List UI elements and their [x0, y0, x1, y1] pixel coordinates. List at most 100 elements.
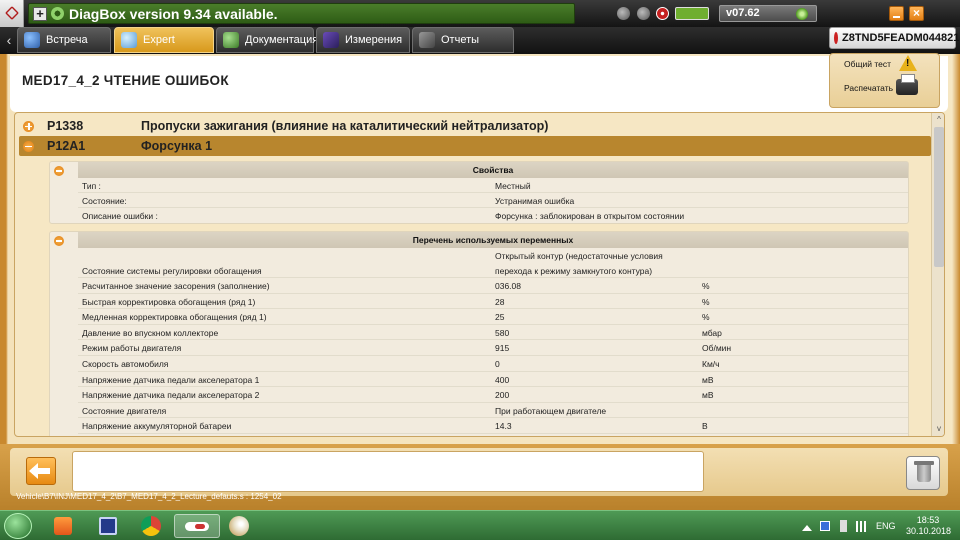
- variable-unit: мВ: [702, 374, 714, 385]
- tab-documentation[interactable]: Документация: [216, 27, 318, 53]
- fault-code: P12A1: [47, 139, 86, 153]
- start-orb-icon[interactable]: [4, 513, 32, 539]
- property-value: Форсунка : заблокирован в открытом состо…: [495, 211, 685, 221]
- tab-label: Отчеты: [441, 34, 480, 46]
- variable-unit: мбар: [702, 327, 722, 338]
- fault-row-selected[interactable]: P12A1 Форсунка 1: [19, 136, 931, 156]
- diagbox-icon[interactable]: [174, 514, 220, 538]
- variable-label: Напряжение датчика педали акселератора 2: [82, 390, 260, 401]
- language-indicator[interactable]: ENG: [876, 521, 896, 531]
- vin-button[interactable]: Z8TND5FEADM044821: [829, 27, 960, 49]
- paint-icon[interactable]: [220, 514, 258, 538]
- collapse-minus-icon[interactable]: [54, 236, 64, 246]
- property-row: Тип : Местный: [78, 178, 908, 193]
- title-bar: + DiagBox version 9.34 available. v07.62…: [0, 0, 960, 27]
- tab-expert[interactable]: Expert: [114, 27, 214, 53]
- back-arrow-button[interactable]: [26, 457, 56, 485]
- variable-label: Состояние двигателя: [82, 405, 167, 416]
- reports-icon: [419, 32, 435, 48]
- tab-measurements[interactable]: Измерения: [316, 27, 410, 53]
- expand-plus-icon[interactable]: [23, 120, 34, 132]
- scroll-thumb[interactable]: [934, 127, 944, 267]
- variable-value: 400: [495, 374, 510, 385]
- windows-taskbar: ENG 18:53 30.10.2018: [0, 510, 960, 540]
- variable-unit: %: [702, 281, 710, 291]
- tab-reports[interactable]: Отчеты: [412, 27, 514, 53]
- variable-value: 25: [495, 312, 505, 323]
- update-message-bar[interactable]: + DiagBox version 9.34 available.: [28, 3, 575, 24]
- variable-value: 14.3: [495, 421, 512, 432]
- warning-icon[interactable]: [899, 55, 917, 71]
- variable-row: Расчитанное значение засорения (заполнен…: [78, 278, 908, 294]
- variable-label: Медленная корректировка обогащения (ряд …: [82, 312, 267, 323]
- variable-label: Давление во впускном коллекторе: [82, 327, 219, 338]
- print-button[interactable]: Распечатать: [844, 83, 893, 93]
- printer-icon[interactable]: [896, 74, 918, 95]
- variable-row: Медленная корректировка обогащения (ряд …: [78, 309, 908, 325]
- trash-button[interactable]: [906, 456, 940, 490]
- variable-row: Режим работы двигателя 915 Об/мин: [78, 340, 908, 356]
- tab-label: Измерения: [345, 34, 403, 46]
- tray-app-icon[interactable]: [820, 521, 830, 531]
- variable-unit: %: [702, 296, 710, 307]
- record-icon[interactable]: [656, 7, 669, 20]
- variable-value: 915: [495, 343, 510, 354]
- properties-section: Свойства Тип : Местный Состояние: Устран…: [49, 161, 909, 224]
- update-gear-icon: [51, 7, 64, 20]
- version-indicator: v07.62: [719, 5, 817, 22]
- variable-row: Состояние системы регулировки обогащения…: [78, 248, 908, 278]
- collapse-minus-icon[interactable]: [23, 140, 34, 152]
- tab-label: Встреча: [46, 34, 88, 46]
- variable-label: Скорость автомобиля: [82, 359, 169, 369]
- plus-box-icon[interactable]: +: [33, 6, 47, 21]
- citroen-logo-icon: [0, 0, 24, 27]
- variable-value: 28: [495, 296, 505, 307]
- property-row: Состояние: Устранимая ошибка: [78, 193, 908, 208]
- fault-description: Пропуски зажигания (влияние на каталитич…: [141, 119, 549, 133]
- property-value: Местный: [495, 181, 531, 191]
- tab-label: Expert: [143, 34, 175, 46]
- variable-unit: В: [702, 421, 708, 432]
- volume-icon[interactable]: [617, 7, 630, 20]
- fault-code: P1338: [47, 119, 84, 133]
- variable-value: 0: [495, 359, 500, 369]
- power-icon: [834, 32, 838, 44]
- variable-value: Открытый контур (недостаточные условия: [495, 251, 663, 261]
- tray-battery-icon[interactable]: [840, 520, 847, 532]
- save-disk-icon[interactable]: [90, 514, 126, 538]
- fault-list-content: P1338 Пропуски зажигания (влияние на кат…: [15, 113, 931, 436]
- tray-network-icon[interactable]: [856, 521, 866, 532]
- property-label: Тип :: [82, 181, 101, 191]
- general-test-button[interactable]: Общий тест: [844, 59, 891, 69]
- variable-label: Напряжение аккумуляторной батареи: [82, 421, 232, 432]
- property-value: Устранимая ошибка: [495, 196, 575, 206]
- variable-row: Напряжение датчика педали акселератора 2…: [78, 387, 908, 403]
- chrome-icon[interactable]: [133, 514, 169, 538]
- property-row: Описание ошибки : Форсунка : заблокирова…: [78, 208, 908, 223]
- tab-label: Документация: [245, 34, 319, 46]
- help-icon[interactable]: [637, 7, 650, 20]
- variables-section: Перечень используемых переменных Состоян…: [49, 231, 909, 436]
- variable-row: Напряжение датчика педали акселератора 1…: [78, 372, 908, 388]
- fault-row[interactable]: P1338 Пропуски зажигания (влияние на кат…: [19, 116, 931, 136]
- version-text: v07.62: [726, 7, 760, 19]
- minimize-button[interactable]: [889, 6, 904, 21]
- vertical-scrollbar[interactable]: ^ v: [931, 113, 944, 436]
- section-header: Перечень используемых переменных: [78, 232, 908, 248]
- scroll-up-arrow-icon[interactable]: ^: [932, 115, 944, 125]
- collapse-minus-icon[interactable]: [54, 166, 64, 176]
- vin-text: Z8TND5FEADM044821: [842, 32, 960, 44]
- tabs-back-icon[interactable]: ‹: [2, 32, 16, 48]
- scroll-down-arrow-icon[interactable]: v: [932, 424, 944, 434]
- variable-row: Скорость автомобиля 0 Км/ч: [78, 356, 908, 372]
- tray-expand-icon[interactable]: [802, 519, 812, 531]
- main-tab-bar: ‹ Встреча Expert Документация Измерения …: [0, 27, 960, 54]
- variable-label: Быстрая корректировка обогащения (ряд 1): [82, 296, 256, 307]
- taskbar-clock[interactable]: 18:53 30.10.2018: [906, 515, 951, 537]
- script-path: Vehicle\B7\INJ\MED17_4_2\B7_MED17_4_2_Le…: [16, 492, 282, 501]
- tab-meeting[interactable]: Встреча: [17, 27, 111, 53]
- media-player-icon[interactable]: [45, 514, 81, 538]
- update-message-text: DiagBox version 9.34 available.: [69, 5, 278, 22]
- fault-list: P1338 Пропуски зажигания (влияние на кат…: [14, 112, 945, 437]
- close-button[interactable]: ×: [909, 6, 924, 21]
